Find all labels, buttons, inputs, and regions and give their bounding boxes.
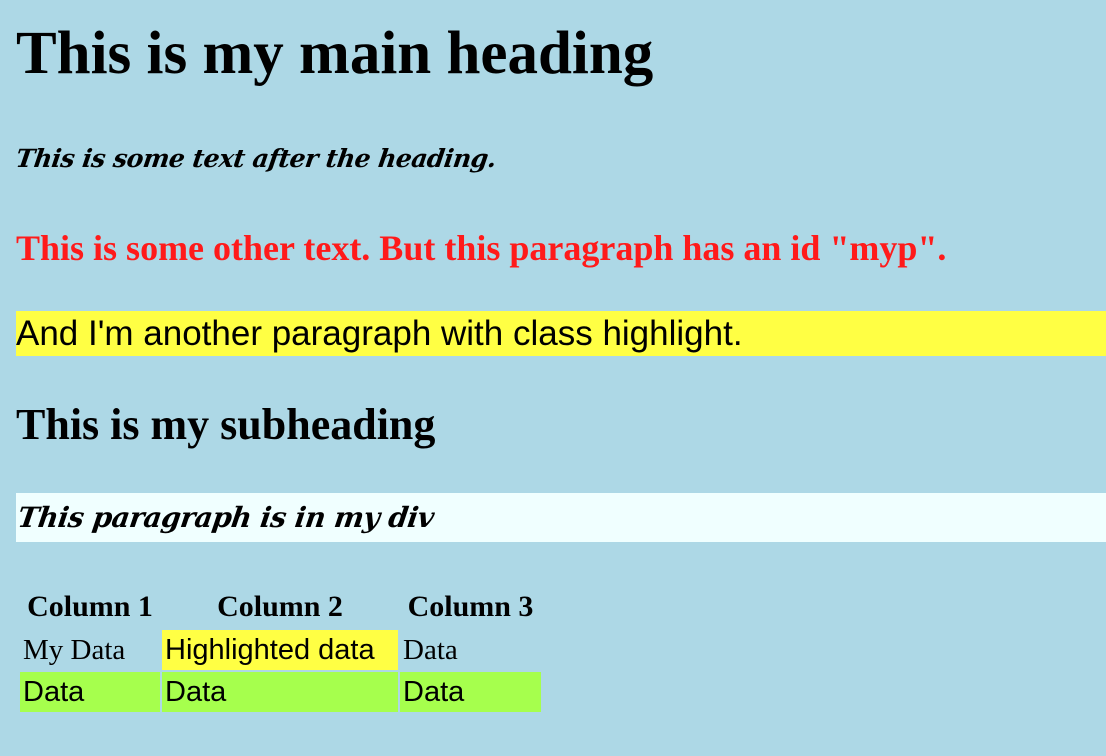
my-div: This paragraph is in my div [16, 493, 1106, 542]
div-paragraph: This paragraph is in my div [15, 501, 436, 534]
main-heading: This is my main heading [16, 20, 654, 87]
table-cell: Data [403, 633, 458, 666]
table-cell: My Data [23, 633, 126, 666]
column-header: Column 2 [217, 590, 343, 623]
table-row-green: Data Data Data [20, 672, 541, 712]
table-cell: Data [162, 672, 398, 712]
table-header-row: Column 1 Column 2 Column 3 [20, 586, 541, 628]
data-table: Column 1 Column 2 Column 3 My Data Highl… [18, 584, 543, 714]
subheading: This is my subheading [16, 400, 436, 449]
column-header: Column 3 [407, 590, 534, 623]
after-heading-text: This is some text after the heading. [14, 144, 499, 173]
table-cell: Data [400, 672, 541, 712]
highlighted-table-cell: Highlighted data [162, 630, 398, 670]
myp-paragraph: This is some other text. But this paragr… [16, 228, 947, 268]
highlight-paragraph: And I'm another paragraph with class hig… [16, 311, 1106, 356]
table-cell: Data [20, 672, 160, 712]
table-row: My Data Highlighted data Data [20, 630, 541, 670]
column-header: Column 1 [27, 590, 153, 623]
